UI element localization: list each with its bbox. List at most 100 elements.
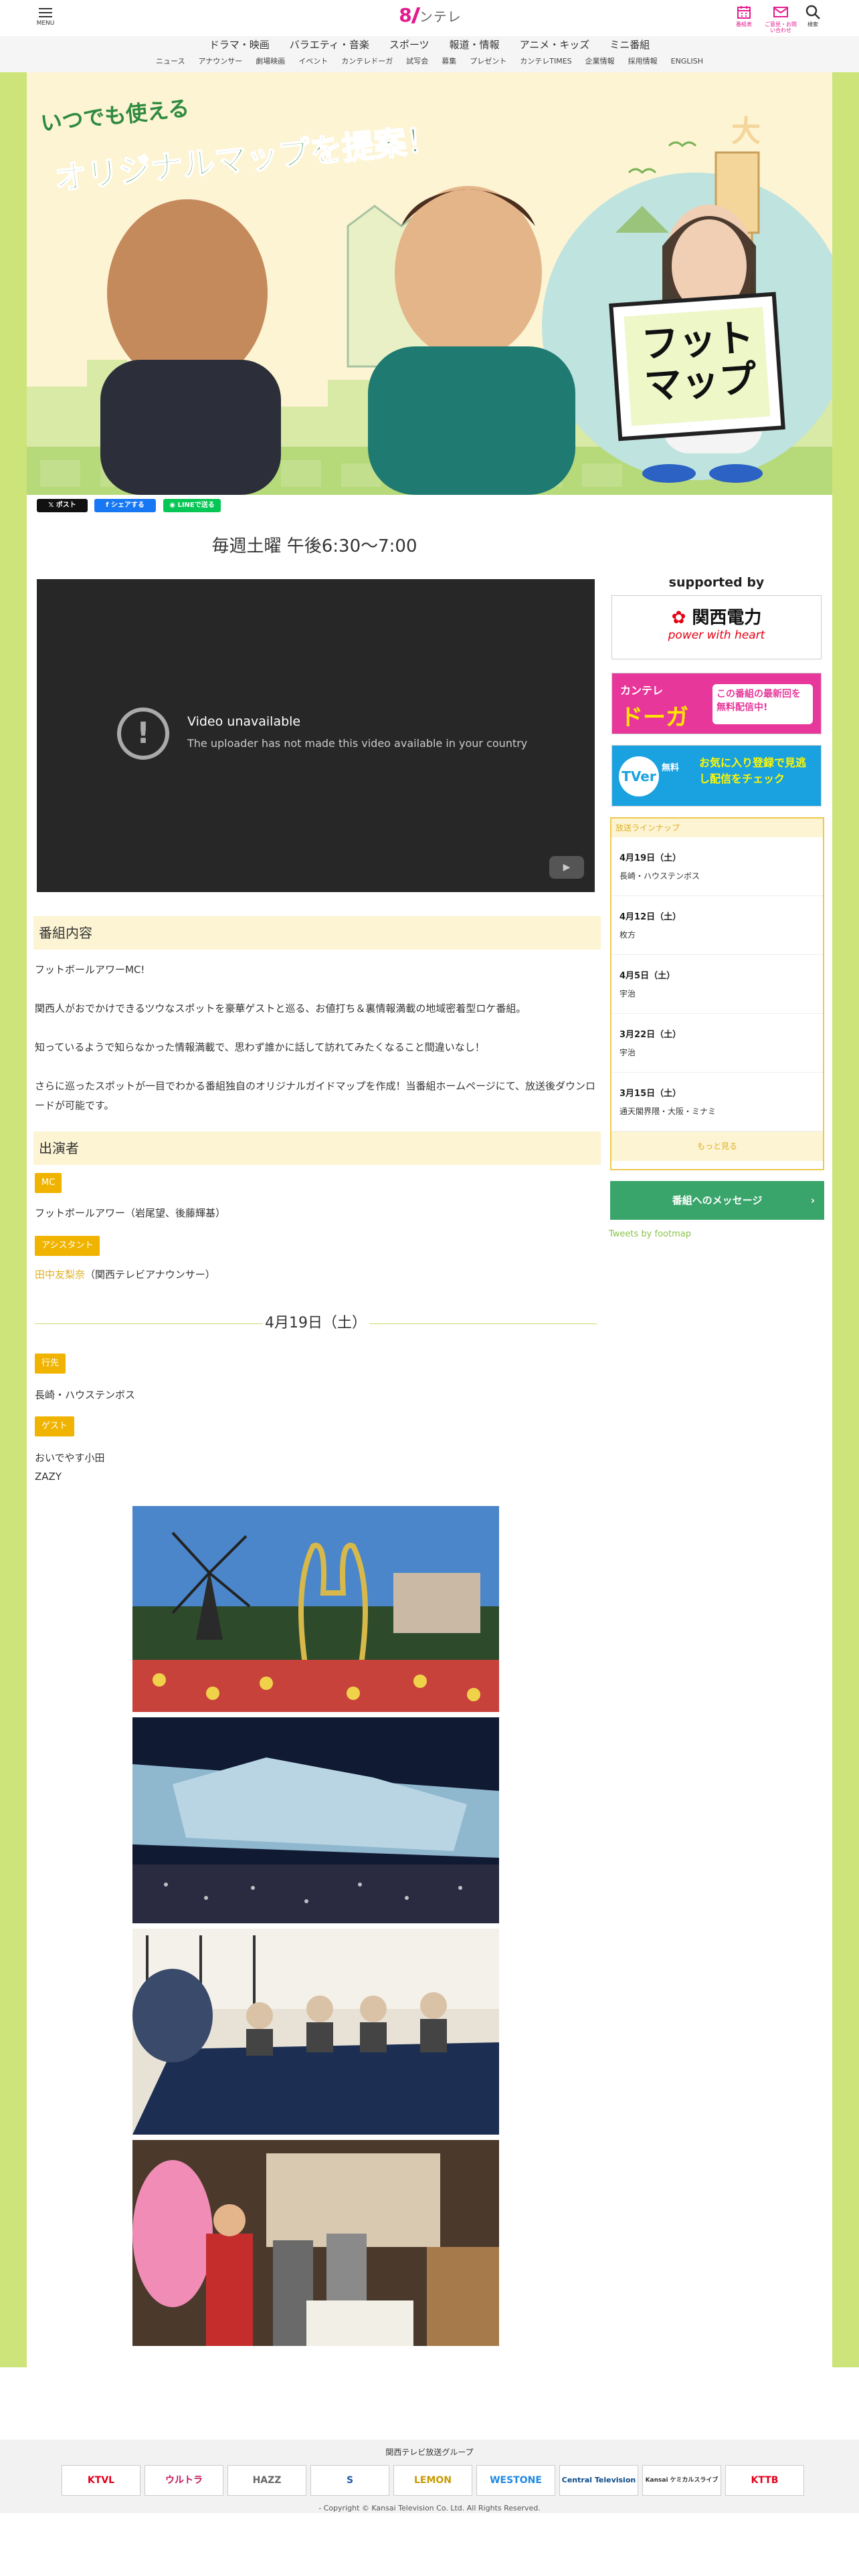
lineup-item[interactable]: 3月15日（土） 通天閣界隈・大阪・ミナミ <box>611 1073 823 1132</box>
video-player[interactable]: ! Video unavailable The uploader has not… <box>37 579 595 892</box>
lineup-place: 枚方 <box>619 930 636 940</box>
lineup-place: 通天閣界隈・大阪・ミナミ <box>619 1107 717 1116</box>
program-paragraph-3: 知っているようで知らなかった情報満載で、思わず誰かに話して訪れてみたくなること間… <box>35 1041 485 1053</box>
line-share-button[interactable]: ◉ LINEで送る <box>163 499 221 512</box>
sub-nav: ニュース アナウンサー 劇場映画 イベント カンテレドーガ 試写会 募集 プレゼ… <box>0 53 859 72</box>
subnav-english[interactable]: ENGLISH <box>671 53 703 72</box>
footer-logo-7[interactable]: Central Television <box>559 2465 638 2496</box>
broadcast-time: 毎週土曜 午後6:30〜7:00 <box>211 536 417 556</box>
episode-date-divider: 4月19日（土） <box>35 1313 597 1333</box>
lineup-item[interactable]: 3月22日（土） 宇治 <box>611 1014 823 1073</box>
facebook-icon: f <box>106 502 111 509</box>
lineup-item[interactable]: 4月5日（土） 宇治 <box>611 955 823 1014</box>
facebook-share-label: シェアする <box>110 502 145 509</box>
tver-logo: TVer <box>619 756 659 796</box>
divider-left <box>35 1323 262 1324</box>
contact-button[interactable]: ご意見・お問い合わせ <box>764 4 797 33</box>
program-guide-button[interactable]: 番組表 <box>727 4 761 27</box>
menu-label: MENU <box>36 20 55 27</box>
assistant-line: 田中友梨奈（関西テレビアナウンサー） <box>35 1265 597 1285</box>
message-button-label: 番組へのメッセージ <box>672 1194 763 1206</box>
tver-banner[interactable]: TVer 無料 お気に入り登録で見逃し配信をチェック <box>611 745 822 807</box>
menu-button[interactable]: MENU <box>33 5 58 32</box>
doga-text: この番組の最新回を無料配信中! <box>712 684 813 724</box>
subnav-doga[interactable]: カンテレドーガ <box>341 53 393 72</box>
lineup-more-link[interactable]: もっと見る <box>611 1132 823 1161</box>
logo-text: ンテレ <box>419 8 462 25</box>
nav-mini[interactable]: ミニ番組 <box>609 36 650 53</box>
warning-icon: ! <box>117 708 169 760</box>
subnav-corporate[interactable]: 企業情報 <box>585 53 615 72</box>
broadcast-lineup: 放送ラインナップ 4月19日（土） 長崎・ハウステンボス 4月12日（土） 枚方 4… <box>610 817 824 1170</box>
assistant-link[interactable]: 田中友梨奈 <box>35 1269 85 1281</box>
hero-sky-char: 大 <box>731 114 761 148</box>
lineup-date: 3月15日（土） <box>619 1089 682 1099</box>
kepco-name: 関西電力 <box>692 608 762 628</box>
lineup-place: 長崎・ハウステンボス <box>619 871 700 881</box>
footer-logo-9[interactable]: KTTB <box>725 2465 804 2496</box>
footer-logo-1[interactable]: KTVL <box>62 2465 140 2496</box>
message-button[interactable]: 番組へのメッセージ › <box>610 1181 824 1220</box>
tweets-link[interactable]: Tweets by footmap <box>609 1229 691 1239</box>
footer-logo-3[interactable]: HAZZ <box>227 2465 306 2496</box>
kepco-slogan: power with heart <box>668 629 765 642</box>
episode-photo-1 <box>132 1506 499 1712</box>
program-paragraph-4: さらに巡ったスポットが一目でわかる番組独自のオリジナルガイドマップを作成！当番組… <box>35 1080 596 1111</box>
program-heading: 番組内容 <box>33 916 601 950</box>
subnav-movie[interactable]: 劇場映画 <box>256 53 285 72</box>
nav-variety[interactable]: バラエティ・音楽 <box>290 36 369 53</box>
photo-shop <box>132 2140 499 2346</box>
contact-label: ご意見・お問い合わせ <box>765 21 797 34</box>
kepco-banner[interactable]: ✿ 関西電力 power with heart <box>611 595 822 659</box>
subnav-news[interactable]: ニュース <box>156 53 185 72</box>
guest-tag: ゲスト <box>35 1416 75 1436</box>
subnav-careers[interactable]: 採用情報 <box>628 53 658 72</box>
facebook-share-button[interactable]: f シェアする <box>94 499 156 512</box>
lineup-heading: 放送ラインナップ <box>611 819 823 837</box>
footer-logo-2[interactable]: ウルトラ <box>145 2465 223 2496</box>
kepco-mark-icon: ✿ <box>671 608 692 628</box>
doga-name: ドーガ <box>620 704 688 731</box>
nav-news[interactable]: 報道・情報 <box>450 36 500 53</box>
subnav-recruit[interactable]: 募集 <box>442 53 456 72</box>
episode-date: 4月19日（土） <box>265 1315 367 1331</box>
footer-logo-8[interactable]: Kansai ケミカルスライブ <box>642 2465 721 2496</box>
photo-dining <box>132 1929 499 2135</box>
subnav-preview[interactable]: 試写会 <box>406 53 428 72</box>
copyright: - Copyright © Kansai Television Co. Ltd.… <box>318 2504 541 2512</box>
lineup-item[interactable]: 4月12日（土） 枚方 <box>611 896 823 955</box>
subnav-times[interactable]: カンテレTIMES <box>520 53 571 72</box>
subnav-present[interactable]: プレゼント <box>470 53 506 72</box>
nav-anime[interactable]: アニメ・キッズ <box>520 36 590 53</box>
subnav-event[interactable]: イベント <box>298 53 328 72</box>
x-post-button[interactable]: 𝕏 ポスト <box>37 499 88 512</box>
guest-1: おいでやす小田 <box>35 1452 105 1464</box>
divider-right <box>369 1323 597 1324</box>
footer-logo-5[interactable]: LEMON <box>393 2465 472 2496</box>
guest-2: ZAZY <box>35 1471 62 1483</box>
nav-drama[interactable]: ドラマ・映画 <box>209 36 270 53</box>
line-icon: ◉ <box>169 502 178 509</box>
video-title: Video unavailable <box>187 714 301 729</box>
nav-sports[interactable]: スポーツ <box>389 36 430 53</box>
youtube-icon[interactable]: ▶ <box>549 856 584 879</box>
site-logo[interactable]: 8 ンテレ <box>393 4 467 27</box>
program-paragraph-2: 関西人がおでかけできるツウなスポットを豪華ゲストと巡る、お値打ち＆裏情報満載の地… <box>35 1002 527 1014</box>
subnav-announcer[interactable]: アナウンサー <box>198 53 242 72</box>
kantele-doga-banner[interactable]: カンテレ ドーガ この番組の最新回を無料配信中! <box>611 673 822 734</box>
hero-banner: いつでも使える オリジナルマップを提案！ 大 フット マップ <box>27 72 832 495</box>
program-guide-label: 番組表 <box>736 21 752 27</box>
search-label: 検索 <box>807 21 818 27</box>
footer-logo-6[interactable]: WESTONE <box>476 2465 555 2496</box>
hero-sign: フット マップ <box>630 316 769 408</box>
doga-brand: カンテレ <box>620 684 664 697</box>
hero-sign-line2: マップ <box>643 356 759 409</box>
mc-tag: MC <box>35 1173 62 1193</box>
mc-names: フットボールアワー（岩尾望、後藤輝基） <box>35 1207 226 1219</box>
tver-text: お気に入り登録で見逃し配信をチェック <box>699 756 807 785</box>
search-button[interactable]: 検索 <box>796 4 830 27</box>
video-message: The uploader has not made this video ava… <box>187 737 528 750</box>
lineup-date: 3月22日（土） <box>619 1030 682 1040</box>
footer-logo-4[interactable]: S <box>310 2465 389 2496</box>
lineup-item[interactable]: 4月19日（土） 長崎・ハウステンボス <box>611 837 823 896</box>
